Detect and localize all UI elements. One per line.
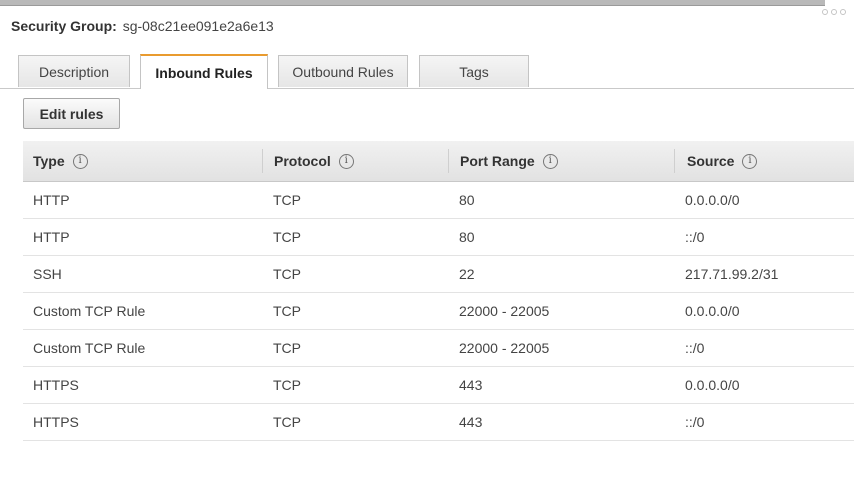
resize-dot xyxy=(840,9,846,15)
table-header: Type i Protocol i Port Range i Source i xyxy=(23,141,854,182)
column-header-port-range[interactable]: Port Range i xyxy=(460,141,558,181)
horizontal-scrollbar[interactable] xyxy=(0,0,825,6)
tab-outbound-rules[interactable]: Outbound Rules xyxy=(278,55,408,87)
info-icon[interactable]: i xyxy=(742,153,758,169)
table-row[interactable]: HTTP TCP 80 0.0.0.0/0 xyxy=(23,182,854,219)
cell-type: Custom TCP Rule xyxy=(33,303,146,319)
security-group-panel: Security Group: sg-08c21ee091e2a6e13 Des… xyxy=(0,0,854,481)
info-icon[interactable]: i xyxy=(542,153,558,169)
security-group-id: sg-08c21ee091e2a6e13 xyxy=(122,18,274,34)
cell-port-range: 80 xyxy=(459,229,475,245)
cell-port-range: 22000 - 22005 xyxy=(459,340,550,356)
resize-dots-icon[interactable] xyxy=(822,9,846,15)
tab-description[interactable]: Description xyxy=(18,55,130,87)
info-icon[interactable]: i xyxy=(72,153,88,169)
column-divider[interactable] xyxy=(262,149,263,173)
table-row[interactable]: Custom TCP Rule TCP 22000 - 22005 ::/0 xyxy=(23,330,854,367)
cell-protocol: TCP xyxy=(273,303,301,319)
column-header-label: Protocol xyxy=(274,153,331,169)
cell-port-range: 80 xyxy=(459,192,475,208)
cell-protocol: TCP xyxy=(273,229,301,245)
cell-protocol: TCP xyxy=(273,377,301,393)
edit-rules-button[interactable]: Edit rules xyxy=(23,98,120,129)
cell-port-range: 22000 - 22005 xyxy=(459,303,550,319)
column-header-type[interactable]: Type i xyxy=(33,141,88,181)
cell-type: HTTP xyxy=(33,229,70,245)
tab-tags[interactable]: Tags xyxy=(419,55,529,87)
cell-type: HTTPS xyxy=(33,414,79,430)
column-header-label: Source xyxy=(687,153,735,169)
cell-type: HTTP xyxy=(33,192,70,208)
table-row[interactable]: HTTP TCP 80 ::/0 xyxy=(23,219,854,256)
column-header-label: Port Range xyxy=(460,153,535,169)
cell-type: SSH xyxy=(33,266,62,282)
cell-source: ::/0 xyxy=(685,229,705,245)
resize-dot xyxy=(822,9,828,15)
inbound-rules-table: Type i Protocol i Port Range i Source i … xyxy=(23,141,854,441)
cell-protocol: TCP xyxy=(273,340,301,356)
cell-type: Custom TCP Rule xyxy=(33,340,146,356)
cell-source: 217.71.99.2/31 xyxy=(685,266,779,282)
cell-port-range: 443 xyxy=(459,377,483,393)
tab-inbound-rules[interactable]: Inbound Rules xyxy=(140,54,268,89)
column-header-protocol[interactable]: Protocol i xyxy=(274,141,354,181)
column-divider[interactable] xyxy=(674,149,675,173)
security-group-label: Security Group: xyxy=(11,18,117,34)
cell-source: 0.0.0.0/0 xyxy=(685,192,740,208)
cell-source: ::/0 xyxy=(685,414,705,430)
table-row[interactable]: HTTPS TCP 443 ::/0 xyxy=(23,404,854,441)
cell-type: HTTPS xyxy=(33,377,79,393)
column-header-label: Type xyxy=(33,153,65,169)
cell-protocol: TCP xyxy=(273,192,301,208)
table-row[interactable]: SSH TCP 22 217.71.99.2/31 xyxy=(23,256,854,293)
cell-port-range: 443 xyxy=(459,414,483,430)
column-divider[interactable] xyxy=(448,149,449,173)
cell-protocol: TCP xyxy=(273,414,301,430)
column-header-source[interactable]: Source i xyxy=(687,141,758,181)
cell-source: 0.0.0.0/0 xyxy=(685,377,740,393)
page-title: Security Group: sg-08c21ee091e2a6e13 xyxy=(11,17,274,35)
info-icon[interactable]: i xyxy=(338,153,354,169)
cell-protocol: TCP xyxy=(273,266,301,282)
cell-source: 0.0.0.0/0 xyxy=(685,303,740,319)
table-row[interactable]: Custom TCP Rule TCP 22000 - 22005 0.0.0.… xyxy=(23,293,854,330)
cell-source: ::/0 xyxy=(685,340,705,356)
table-row[interactable]: HTTPS TCP 443 0.0.0.0/0 xyxy=(23,367,854,404)
resize-dot xyxy=(831,9,837,15)
tab-bar: Description Inbound Rules Outbound Rules… xyxy=(0,54,854,89)
cell-port-range: 22 xyxy=(459,266,475,282)
